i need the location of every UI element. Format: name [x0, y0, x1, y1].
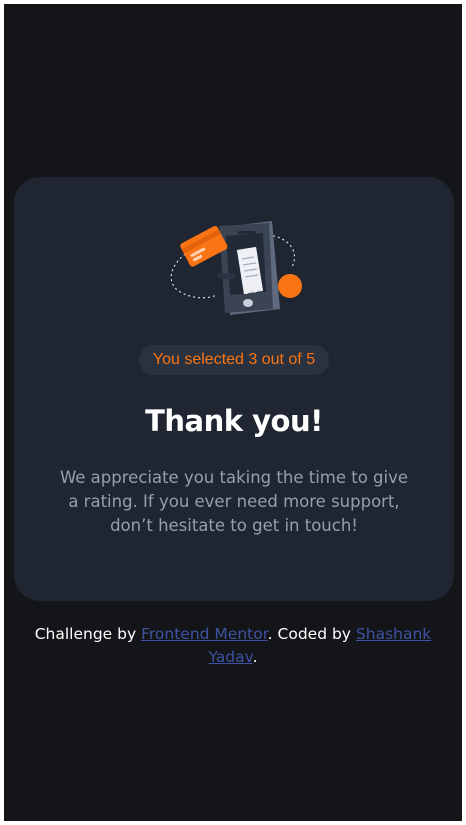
page-background: You selected 3 out of 5 Thank you! We ap…	[4, 4, 462, 821]
attribution-footer: Challenge by Frontend Mentor. Coded by S…	[24, 623, 442, 669]
thank-you-title: Thank you!	[145, 404, 323, 438]
attribution-prefix: Challenge by	[34, 625, 142, 643]
thank-you-message: We appreciate you taking the time to giv…	[59, 468, 409, 535]
thank-you-card: You selected 3 out of 5 Thank you! We ap…	[14, 177, 454, 601]
rating-result-badge: You selected 3 out of 5	[139, 345, 329, 375]
attribution-suffix: .	[252, 648, 258, 666]
attribution-middle: . Coded by	[267, 625, 356, 643]
payment-phone-illustration-icon	[164, 217, 304, 317]
frontend-mentor-link[interactable]: Frontend Mentor	[141, 625, 268, 643]
